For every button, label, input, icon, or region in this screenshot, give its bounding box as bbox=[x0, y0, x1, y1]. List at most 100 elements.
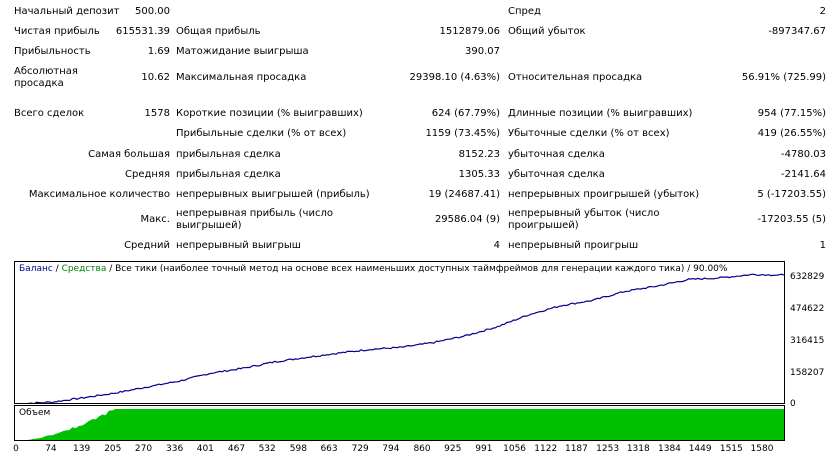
rel-drawdown-value: 56.91% (725.99) bbox=[741, 72, 826, 83]
max-drawdown-value: 29398.10 (4.63%) bbox=[409, 72, 500, 83]
largest-label: Самая большая bbox=[88, 149, 170, 160]
x-tick-label: 1384 bbox=[658, 444, 681, 454]
legend-equity: Средства bbox=[61, 264, 107, 274]
x-tick-label: 270 bbox=[134, 444, 153, 454]
expected-payoff-value: 390.07 bbox=[465, 46, 500, 57]
x-tick-label: 1515 bbox=[719, 444, 743, 454]
x-tick-label: 991 bbox=[475, 444, 493, 454]
avg-consecutive-wins-label: непрерывный выигрыш bbox=[176, 240, 301, 251]
loss-trades-value: 419 (26.55%) bbox=[757, 128, 826, 139]
volume-area bbox=[27, 409, 784, 440]
x-tick-label: 1056 bbox=[503, 444, 527, 454]
expected-payoff-label: Матожидание выигрыша bbox=[176, 46, 309, 57]
max-cons-amount-label: Макс. bbox=[140, 214, 170, 225]
avg-consecutive-wins-value: 4 bbox=[493, 240, 500, 251]
x-tick-label: 336 bbox=[166, 444, 184, 454]
y-tick-label: 158207 bbox=[790, 368, 825, 378]
average-profit-label: прибыльная сделка bbox=[176, 169, 281, 180]
x-tick-label: 1318 bbox=[626, 444, 650, 454]
x-tick-label: 532 bbox=[258, 444, 276, 454]
average-loss-value: -2141.64 bbox=[781, 169, 826, 180]
x-tick-label: 1122 bbox=[534, 444, 558, 454]
x-tick-label: 467 bbox=[227, 444, 246, 454]
x-tick-label: 205 bbox=[104, 444, 122, 454]
x-tick-label: 860 bbox=[413, 444, 431, 454]
legend-quality: / 90.00% bbox=[687, 264, 728, 274]
short-positions-label: Короткие позиции (% выигравших) bbox=[176, 108, 363, 119]
y-tick-label: 0 bbox=[790, 399, 796, 409]
profit-trades-label: Прибыльные сделки (% от всех) bbox=[176, 128, 347, 139]
gross-profit-value: 1512879.06 bbox=[439, 26, 500, 37]
volume-svg bbox=[27, 409, 784, 440]
x-axis: 0 74 139 205 270 336 401 467 532 598 663 729 794 860 9… bbox=[0, 443, 836, 457]
max-consecutive-wins-value: 19 (24687.41) bbox=[428, 189, 500, 200]
x-tick-label: 139 bbox=[73, 444, 91, 454]
max-cons-profit-label: непрерывная прибыль (число выигрышей) bbox=[176, 208, 333, 231]
max-consecutive-losses-value: 5 (-17203.55) bbox=[757, 189, 826, 200]
legend-description: Все тики (наиболее точный метод на основ… bbox=[115, 264, 685, 274]
avg-consecutive-losses-value: 1 bbox=[819, 240, 826, 251]
gross-loss-value: -897347.67 bbox=[768, 26, 826, 37]
largest-loss-value: -4780.03 bbox=[781, 149, 826, 160]
net-profit-label: Чистая прибыль bbox=[14, 26, 100, 37]
loss-trades-label: Убыточные сделки (% от всех) bbox=[508, 128, 670, 139]
y-tick-label: 632829 bbox=[790, 272, 825, 282]
average-loss-label: убыточная сделка bbox=[508, 169, 605, 180]
x-tick-label: 74 bbox=[45, 444, 57, 454]
profit-factor-label: Прибыльность bbox=[14, 46, 91, 57]
abs-drawdown-label: Абсолютная просадка bbox=[14, 66, 78, 89]
x-tick-label: 663 bbox=[320, 444, 338, 454]
net-profit-value: 615531.39 bbox=[115, 26, 170, 37]
avg-consecutive-label: Средний bbox=[124, 240, 170, 251]
y-tick-label: 316415 bbox=[790, 336, 825, 346]
initial-deposit-value: 500.00 bbox=[135, 6, 170, 17]
spread-value: 2 bbox=[819, 6, 826, 17]
y-tick-label: 474622 bbox=[790, 304, 825, 314]
max-consecutive-label: Максимальное количество bbox=[28, 189, 170, 200]
x-tick-label: 1253 bbox=[596, 444, 620, 454]
x-tick-label: 1449 bbox=[688, 444, 712, 454]
spread-label: Спред bbox=[508, 6, 541, 17]
legend-separator: / bbox=[52, 264, 62, 274]
x-tick-label: 925 bbox=[444, 444, 462, 454]
balance-line bbox=[20, 273, 784, 403]
legend-balance: Баланс bbox=[19, 264, 53, 274]
x-tick-label: 401 bbox=[196, 444, 214, 454]
chart-legend: Баланс / Средства / Все тики (наиболее т… bbox=[19, 264, 727, 275]
short-positions-value: 624 (67.79%) bbox=[431, 108, 500, 119]
abs-drawdown-value: 10.62 bbox=[141, 72, 170, 83]
x-tick-label: 598 bbox=[289, 444, 307, 454]
max-consecutive-losses-label: непрерывных проигрышей (убыток) bbox=[508, 189, 700, 200]
gross-loss-label: Общий убыток bbox=[508, 26, 586, 37]
profit-factor-value: 1.69 bbox=[147, 46, 170, 57]
avg-consecutive-losses-label: непрерывный проигрыш bbox=[508, 240, 639, 251]
average-label: Средняя bbox=[125, 169, 170, 180]
max-cons-loss-label: непрерывный убыток (число проигрышей) bbox=[508, 208, 660, 231]
average-profit-value: 1305.33 bbox=[458, 169, 500, 180]
volume-label: Объем bbox=[19, 408, 51, 418]
rel-drawdown-label: Относительная просадка bbox=[508, 72, 643, 83]
total-trades-label: Всего сделок bbox=[14, 108, 85, 119]
profit-trades-value: 1159 (73.45%) bbox=[425, 128, 500, 139]
largest-loss-label: убыточная сделка bbox=[508, 149, 605, 160]
long-positions-value: 954 (77.15%) bbox=[757, 108, 826, 119]
long-positions-label: Длинные позиции (% выигравших) bbox=[508, 108, 693, 119]
largest-profit-label: прибыльная сделка bbox=[176, 149, 281, 160]
balance-chart-svg bbox=[20, 273, 784, 403]
largest-profit-value: 8152.23 bbox=[458, 149, 500, 160]
backtest-report: Начальный депозит 500.00 Спред 2 Чистая … bbox=[0, 0, 836, 258]
gross-profit-label: Общая прибыль bbox=[176, 26, 261, 37]
x-tick-label: 794 bbox=[382, 444, 400, 454]
max-cons-loss-value: -17203.55 (5) bbox=[757, 214, 826, 225]
max-consecutive-wins-label: непрерывных выигрышей (прибыль) bbox=[176, 189, 370, 200]
initial-deposit-label: Начальный депозит bbox=[14, 6, 120, 17]
x-tick-label: 0 bbox=[13, 444, 19, 454]
x-tick-label: 729 bbox=[351, 444, 369, 454]
max-cons-profit-value: 29586.04 (9) bbox=[434, 214, 500, 225]
balance-chart: Баланс / Средства / Все тики (наиболее т… bbox=[14, 261, 785, 404]
x-tick-label: 1580 bbox=[750, 444, 774, 454]
x-tick-label: 1187 bbox=[564, 444, 588, 454]
volume-panel: Объем bbox=[14, 405, 785, 441]
legend-separator-2: / bbox=[106, 264, 116, 274]
total-trades-value: 1578 bbox=[144, 108, 170, 119]
